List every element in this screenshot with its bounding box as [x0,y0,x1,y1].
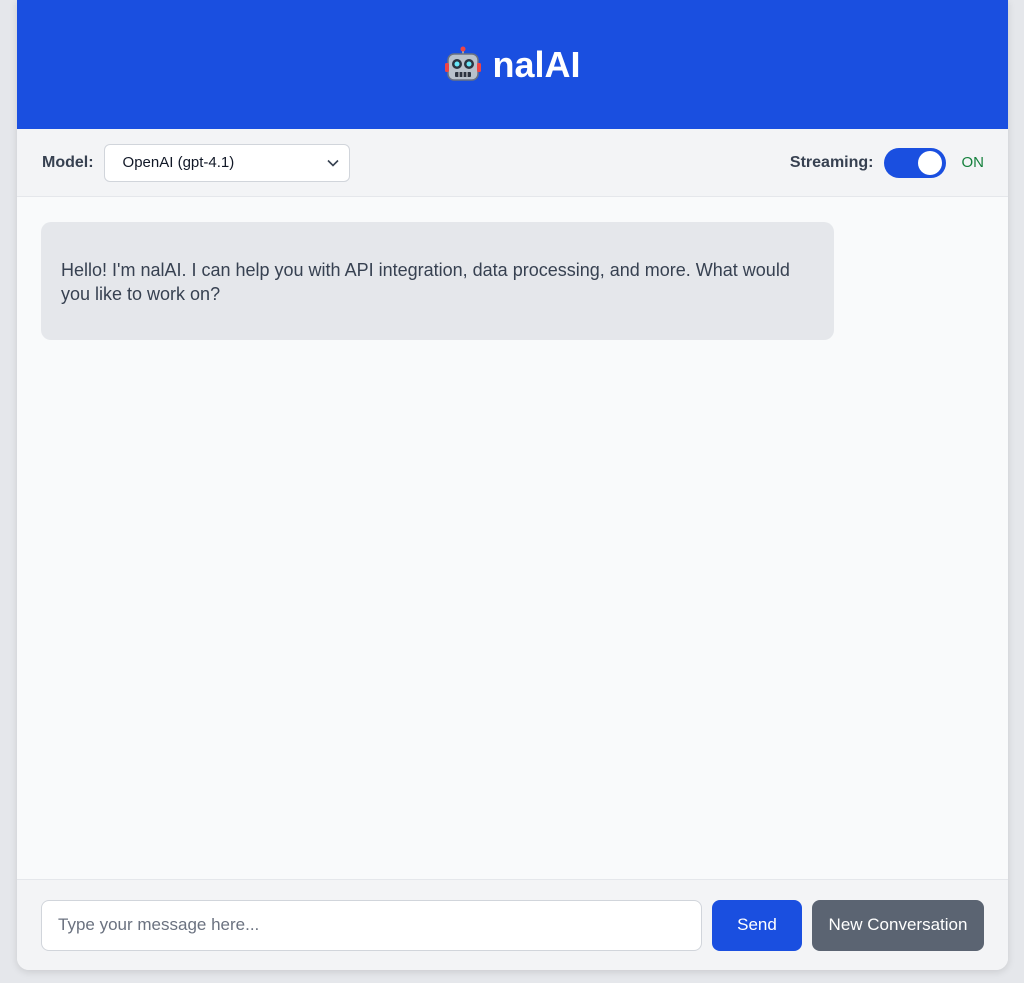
chevron-down-icon [326,154,339,171]
toggle-knob [917,150,942,175]
chat-messages: Hello! I'm nalAI. I can help you with AP… [17,197,1008,879]
app-title: nalAI [492,43,581,85]
streaming-toggle[interactable] [883,147,946,178]
robot-icon [444,46,482,84]
app-header: nalAI [17,0,1008,129]
streaming-label: Streaming: [789,153,874,171]
new-conversation-button[interactable]: New Conversation [812,899,984,951]
chat-app: nalAI Model: OpenAI (gpt-4.1) Streaming:… [17,0,1008,970]
model-select[interactable]: OpenAI (gpt-4.1) [103,143,350,182]
streaming-state: ON [961,154,985,171]
assistant-message: Hello! I'm nalAI. I can help you with AP… [41,222,834,340]
streaming-toggle-group: Streaming: ON [789,147,985,178]
model-select-value: OpenAI (gpt-4.1) [122,154,235,171]
message-input[interactable] [41,899,702,951]
app-title-group: nalAI [444,43,581,86]
message-composer: Send New Conversation [17,879,1008,970]
model-selector-group: Model: OpenAI (gpt-4.1) [42,143,350,182]
model-label: Model: [42,153,94,171]
send-button[interactable]: Send [712,899,802,951]
settings-toolbar: Model: OpenAI (gpt-4.1) Streaming: ON [17,129,1008,197]
